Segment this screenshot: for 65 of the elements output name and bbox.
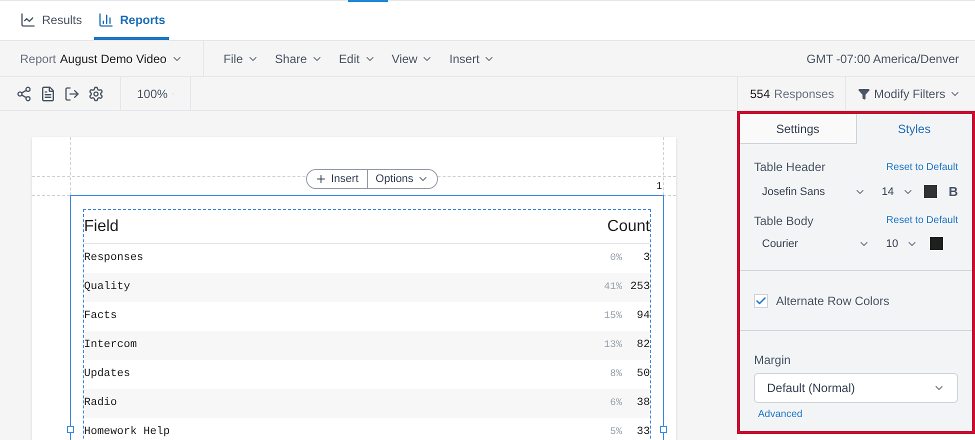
settings-icon[interactable] (88, 86, 104, 102)
percent-cell-text: 5% (610, 426, 622, 440)
bold-toggle[interactable]: B (948, 182, 958, 202)
menu-item[interactable]: Edit (338, 50, 376, 68)
advanced-link[interactable]: Advanced (754, 407, 806, 422)
page-number: 1 (656, 180, 662, 194)
field-cell-text: Homework Help (84, 425, 170, 440)
reset-link[interactable]: Reset to Default (886, 213, 958, 228)
margin-dropdown[interactable]: Default (Normal) (754, 373, 958, 403)
export-icon[interactable] (64, 86, 80, 102)
percent-cell-text: 15% (604, 310, 622, 324)
margin-label: Margin (754, 352, 792, 369)
panel-tab[interactable]: Settings (740, 114, 856, 144)
color-swatch[interactable] (930, 237, 943, 250)
modify-filters-button[interactable]: Modify Filters (845, 77, 975, 110)
section-title: Table Header (754, 159, 826, 176)
report-name-menu[interactable]: Report August Demo Video (0, 41, 204, 76)
count-cell-text: 94 (636, 309, 650, 324)
check-icon (755, 294, 767, 306)
font-dropdown[interactable]: Courier (762, 236, 870, 252)
percent-cell-text: 8% (610, 368, 622, 382)
percent-cell-text: 0% (610, 252, 622, 266)
timezone-label: GMT -07:00 America/Denver (806, 50, 960, 68)
count-cell-text: 3 (642, 251, 650, 266)
share-icon[interactable] (16, 86, 32, 102)
options-button[interactable]: Options (368, 170, 438, 188)
menu-item[interactable]: Insert (449, 50, 496, 68)
field-cell-text: Quality (84, 280, 130, 296)
percent-cell-text: 41% (604, 281, 622, 295)
resize-handle[interactable] (67, 426, 74, 433)
font-dropdown[interactable]: Josefin Sans (762, 184, 866, 200)
checkbox-label: Alternate Row Colors (776, 292, 890, 310)
count-cell-text: 82 (636, 338, 650, 354)
chart-icon (20, 12, 36, 28)
resize-handle[interactable] (660, 426, 667, 433)
checkbox[interactable] (754, 294, 768, 308)
zoom-dropdown[interactable]: 100% (121, 77, 191, 110)
plus-icon (315, 173, 327, 185)
menu-item[interactable]: File (224, 50, 259, 68)
field-cell-text: Responses (84, 251, 144, 266)
percent-cell-text: 13% (604, 339, 622, 353)
menu-item[interactable]: Share (274, 50, 323, 68)
field-cell-text: Intercom (84, 338, 137, 354)
responses-count: 554 Responses (737, 77, 845, 110)
nav-tab[interactable]: Results (16, 2, 86, 40)
percent-cell-text: 6% (610, 397, 622, 411)
column-header: Field (84, 216, 119, 236)
size-dropdown[interactable]: 10 (886, 236, 922, 252)
filter-icon (858, 88, 870, 100)
bar-chart-icon (98, 12, 114, 28)
menu-item[interactable]: View (392, 50, 434, 68)
insert-button[interactable]: Insert (307, 170, 368, 188)
count-cell-text: 33 (636, 425, 650, 440)
column-header: Count (607, 216, 650, 236)
count-cell-text: 253 (629, 280, 650, 296)
field-cell-text: Facts (84, 309, 118, 324)
field-cell-text: Updates (84, 367, 130, 382)
count-cell-text: 50 (636, 367, 650, 382)
field-cell-text: Radio (84, 396, 118, 412)
size-dropdown[interactable]: 14 (882, 184, 916, 200)
reset-link[interactable]: Reset to Default (886, 160, 958, 174)
pdf-icon[interactable] (40, 84, 56, 104)
count-cell-text: 38 (636, 396, 650, 412)
color-swatch[interactable] (924, 185, 937, 198)
section-title: Table Body (754, 212, 814, 230)
